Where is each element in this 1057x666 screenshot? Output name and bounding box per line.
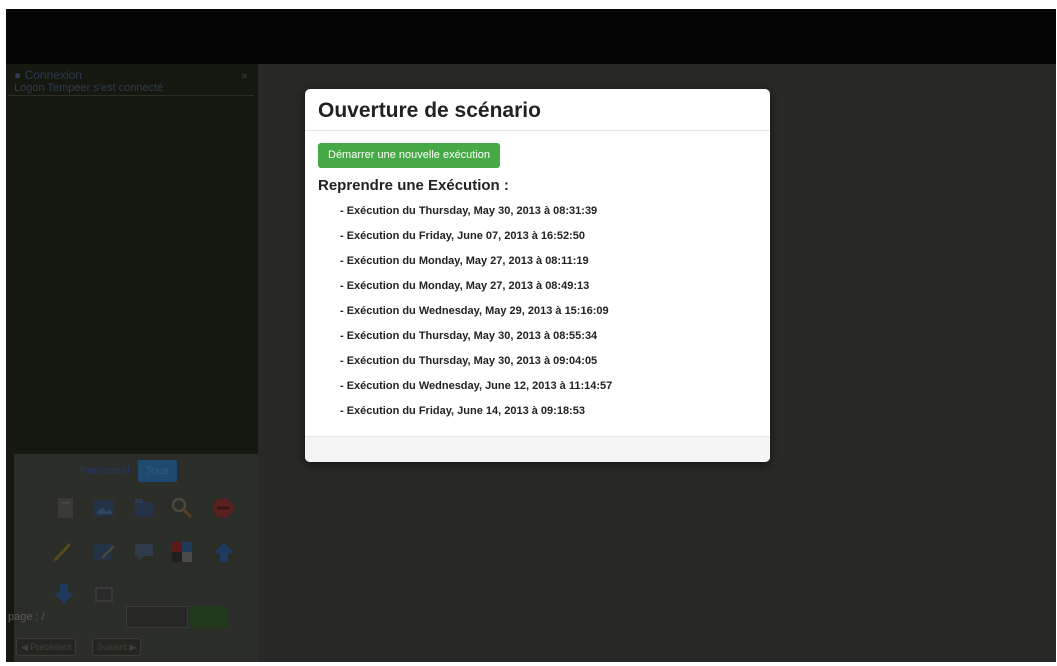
color-palette-icon[interactable] xyxy=(170,540,194,564)
stop-icon[interactable] xyxy=(211,496,235,520)
execution-item[interactable]: - Exécution du Thursday, May 30, 2013 à … xyxy=(340,324,612,349)
execution-item[interactable]: - Exécution du Wednesday, June 12, 2013 … xyxy=(340,374,612,399)
page-label: page : / xyxy=(8,611,45,623)
dialog-header: Ouverture de scénario xyxy=(305,89,770,131)
gallery-icon[interactable] xyxy=(92,582,116,606)
connection-status: Logon Tempeer s'est connecté xyxy=(14,82,164,94)
pencil-icon[interactable] xyxy=(50,540,74,564)
edit-image-icon[interactable] xyxy=(92,540,116,564)
connection-panel: ● Connexion Logon Tempeer s'est connecté… xyxy=(8,66,254,96)
sidebar: ● Connexion Logon Tempeer s'est connecté… xyxy=(6,64,258,662)
tool-panel: Personnel Tous page: / ◀ Précédent Suiv… xyxy=(8,454,258,662)
dialog-title: Ouverture de scénario xyxy=(318,99,541,122)
execution-item[interactable]: - Exécution du Monday, May 27, 2013 à 08… xyxy=(340,249,612,274)
execution-item[interactable]: - Exécution du Monday, May 27, 2013 à 08… xyxy=(340,274,612,299)
search-icon[interactable] xyxy=(170,496,194,520)
execution-item[interactable]: - Exécution du Thursday, May 30, 2013 à … xyxy=(340,199,612,224)
start-new-execution-button[interactable]: Démarrer une nouvelle exécution xyxy=(318,143,501,168)
document-icon[interactable] xyxy=(54,496,78,520)
execution-list: - Exécution du Thursday, May 30, 2013 à … xyxy=(340,199,612,424)
go-page-button[interactable] xyxy=(189,606,227,628)
tab-tous[interactable]: Tous xyxy=(137,460,177,482)
execution-item[interactable]: - Exécution du Wednesday, May 29, 2013 à… xyxy=(340,299,612,324)
execution-item[interactable]: - Exécution du Friday, June 14, 2013 à 0… xyxy=(340,399,612,424)
comment-icon[interactable] xyxy=(132,540,156,564)
page-input[interactable] xyxy=(126,606,188,628)
folder-icon[interactable] xyxy=(132,496,156,520)
previous-button[interactable]: ◀ Précédent xyxy=(16,638,77,656)
dialog-footer xyxy=(305,436,770,462)
scenario-dialog: Ouverture de scénario Démarrer une nouve… xyxy=(305,89,770,462)
execution-item[interactable]: - Exécution du Friday, June 07, 2013 à 1… xyxy=(340,224,612,249)
resume-heading: Reprendre une Exécution : xyxy=(318,177,509,194)
connection-title: ● Connexion xyxy=(14,68,82,82)
close-icon[interactable]: × xyxy=(241,69,248,83)
tool-tabs: Personnel Tous xyxy=(72,460,177,482)
next-button[interactable]: Suivant ▶ xyxy=(92,638,142,656)
image-icon[interactable] xyxy=(92,496,116,520)
arrow-down-icon[interactable] xyxy=(52,582,76,606)
execution-item[interactable]: - Exécution du Thursday, May 30, 2013 à … xyxy=(340,349,612,374)
tab-personnel[interactable]: Personnel xyxy=(72,460,138,482)
user-icon: ● xyxy=(14,68,22,82)
app-window: ● Connexion Logon Tempeer s'est connecté… xyxy=(6,9,1056,662)
arrow-up-icon[interactable] xyxy=(212,540,236,564)
top-bar xyxy=(6,9,1056,64)
